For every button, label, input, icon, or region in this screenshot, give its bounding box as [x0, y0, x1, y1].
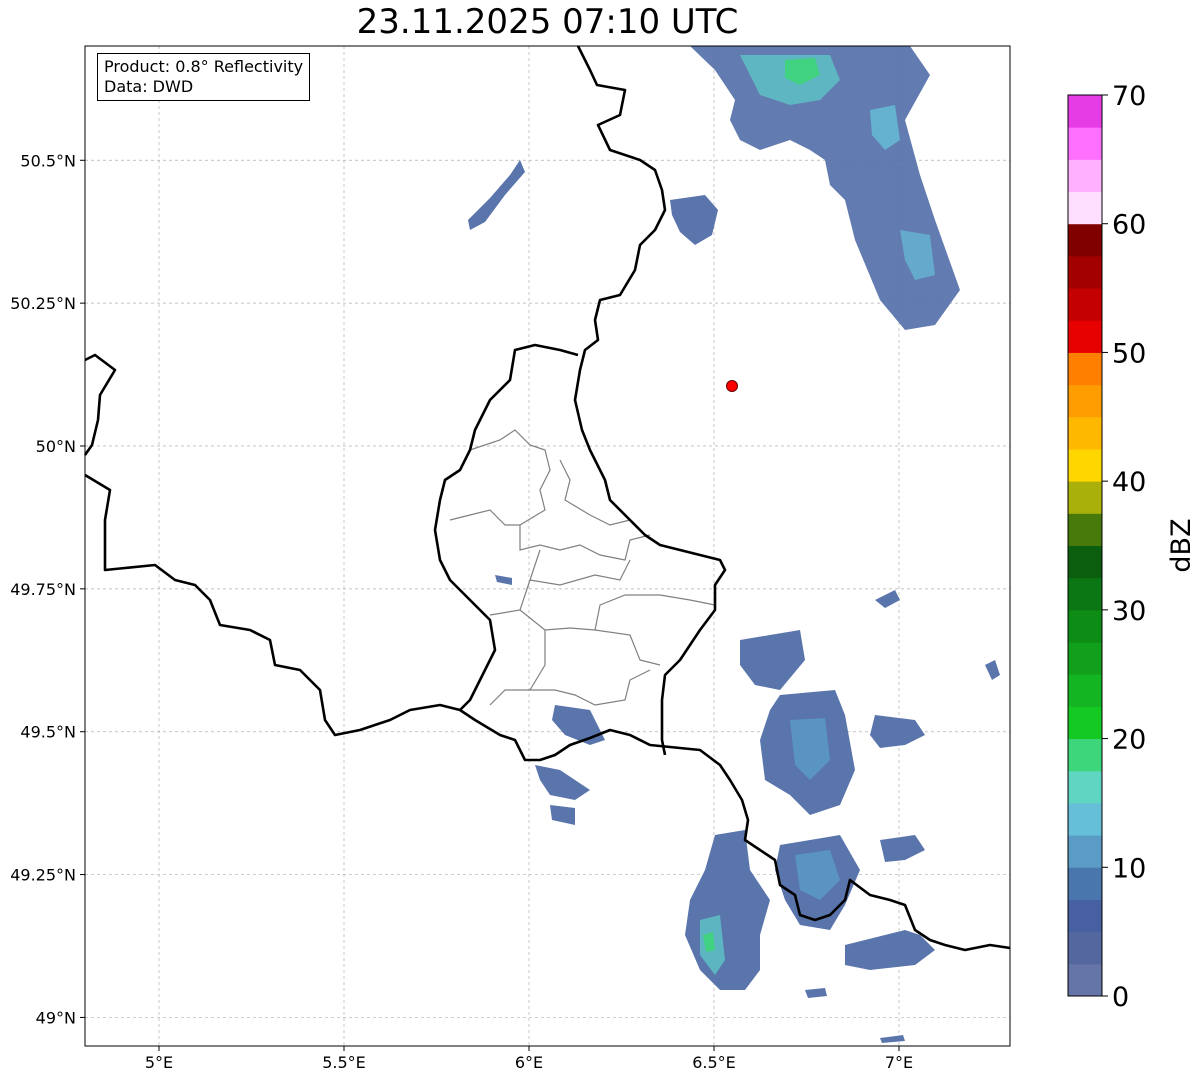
y-tick-label: 49°N: [36, 1008, 76, 1027]
product-info-box: Product: 0.8° Reflectivity Data: DWD: [97, 53, 311, 101]
colorbar-tick-label: 30: [1112, 596, 1146, 627]
echo-small-10: [495, 575, 512, 585]
colorbar-tick-label: 20: [1112, 725, 1146, 756]
colorbar-segment: [1068, 963, 1102, 997]
colorbar-segment: [1068, 770, 1102, 804]
border-lux: [433, 343, 579, 711]
colorbar-segment: [1068, 802, 1102, 836]
x-tick-label: 6.5°E: [692, 1053, 736, 1072]
canton-border-3: [559, 459, 631, 526]
colorbar-segment: [1068, 738, 1102, 772]
colorbar-segment: [1068, 706, 1102, 740]
y-tick-label: 49.75°N: [10, 580, 76, 599]
colorbar-segment: [1068, 223, 1102, 257]
colorbar-segment: [1068, 127, 1102, 160]
radar-map: 5°E 5.5°E 6°E 6.5°E 7°E 50.5°N 50.25°N 50°N 49.7…: [10, 45, 1197, 1072]
border-be-fr: [84, 473, 461, 737]
echo-small-5: [740, 630, 805, 690]
colorbar-segment: [1068, 481, 1102, 514]
colorbar-tick-label: 50: [1112, 338, 1146, 369]
colorbar: 0 10 20 30 40 50 60 70 dBZ: [1067, 81, 1197, 1013]
colorbar-segment: [1068, 159, 1102, 193]
y-tick-label: 49.5°N: [20, 723, 76, 742]
colorbar-tick-label: 10: [1112, 853, 1146, 884]
border-be-fr-west: [83, 353, 117, 456]
canton-border-1: [469, 429, 651, 561]
colorbar-label: dBZ: [1166, 518, 1197, 572]
colorbar-segment: [1068, 416, 1102, 450]
colorbar-segment: [1068, 191, 1102, 225]
y-tick-label: 50.5°N: [20, 151, 76, 170]
colorbar-segment: [1068, 642, 1102, 675]
border-be-de: [573, 45, 727, 756]
colorbar-segment: [1068, 448, 1102, 482]
colorbar-tick-label: 40: [1112, 467, 1146, 498]
colorbar-segment: [1068, 513, 1102, 546]
colorbar-segment: [1068, 931, 1102, 965]
colorbar-segment: [1068, 320, 1102, 353]
echo-small-7: [985, 660, 1000, 680]
colorbar-segment: [1068, 867, 1102, 900]
echo-streak-northwest: [468, 160, 525, 230]
y-tick-label: 49.25°N: [10, 866, 76, 885]
colorbar-segment: [1068, 674, 1102, 707]
echo-streak-lux-southeast: [535, 765, 590, 800]
x-tick-label: 7°E: [885, 1053, 913, 1072]
radar-echoes: [468, 46, 1000, 1043]
x-tick-label: 6°E: [515, 1053, 543, 1072]
colorbar-segment: [1068, 899, 1102, 933]
colorbar-segment: [1068, 352, 1102, 386]
colorbar-tick-label: 0: [1112, 982, 1129, 1013]
colorbar-segment: [1068, 835, 1102, 868]
canton-border-9: [489, 689, 530, 706]
echo-small-3: [870, 715, 925, 748]
y-tick-label: 50.25°N: [10, 294, 76, 313]
colorbar-segment: [1068, 545, 1102, 579]
canton-border-5: [529, 559, 631, 586]
colorbar-segment: [1068, 577, 1102, 611]
canton-border-4: [489, 549, 541, 616]
x-tick-label: 5.5°E: [322, 1053, 366, 1072]
radar-site-marker: [726, 380, 738, 392]
y-tick-label: 50°N: [36, 437, 76, 456]
colorbar-tick-label: 60: [1112, 210, 1146, 241]
echo-small-8: [805, 988, 827, 998]
canton-border-2: [449, 509, 520, 526]
canton-border-7: [519, 609, 661, 666]
echo-small-2: [550, 805, 575, 825]
echo-small-1: [670, 195, 718, 245]
colorbar-segment: [1068, 255, 1102, 289]
colorbar-segment: [1068, 288, 1102, 321]
echo-small-4: [880, 835, 925, 862]
echo-cell-south: [685, 830, 770, 990]
x-tick-label: 5°E: [145, 1053, 173, 1072]
colorbar-segment: [1068, 609, 1102, 643]
axis-ticks: 5°E 5.5°E 6°E 6.5°E 7°E 50.5°N 50.25°N 50°N 49.7…: [10, 151, 913, 1072]
canton-border-6: [594, 594, 716, 631]
colorbar-tick-label: 70: [1112, 81, 1146, 112]
echo-streak-southeast: [845, 930, 935, 970]
echo-small-9: [880, 1035, 905, 1043]
colorbar-segment: [1068, 384, 1102, 418]
data-source-label: Data: DWD: [104, 77, 194, 96]
product-label: Product: 0.8° Reflectivity: [104, 57, 304, 76]
echo-cell-lux-south: [552, 705, 605, 745]
colorbar-segment: [1068, 95, 1102, 128]
echo-small-6: [875, 590, 900, 608]
